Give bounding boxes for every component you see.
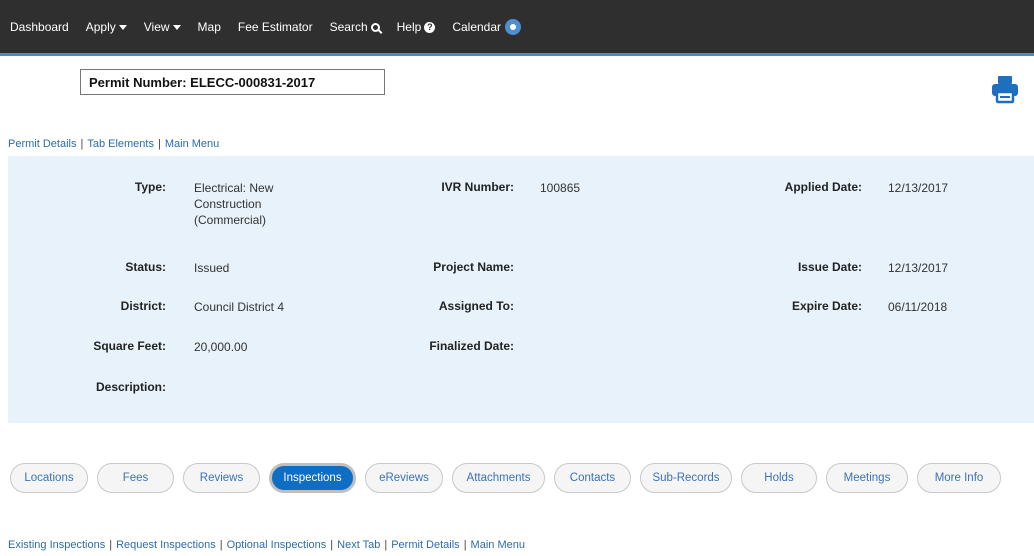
link-separator: | — [384, 539, 388, 551]
tab-fees[interactable]: Fees — [97, 463, 174, 493]
nav-dashboard-label: Dashboard — [10, 20, 69, 34]
nav-help[interactable]: Help? — [397, 20, 436, 34]
nav-map-label: Map — [197, 20, 221, 34]
record-tabs: Locations Fees Reviews Inspections eRevi… — [10, 463, 1010, 493]
tab-sub-records[interactable]: Sub-Records — [640, 463, 732, 493]
applied-date-label: Applied Date: — [784, 180, 862, 194]
project-name-label: Project Name: — [433, 260, 514, 274]
nav-search-label: Search — [329, 20, 368, 34]
tab-more-info[interactable]: More Info — [917, 463, 1001, 493]
top-navbar: Dashboard Apply View Map Fee Estimator S… — [0, 0, 1034, 56]
link-optional-inspections[interactable]: Optional Inspections — [227, 539, 327, 551]
district-label: District: — [120, 299, 166, 313]
nav-menu: Dashboard Apply View Map Fee Estimator S… — [10, 19, 538, 35]
nav-help-label: Help — [396, 20, 422, 34]
description-label: Description: — [95, 380, 166, 394]
nav-dashboard[interactable]: Dashboard — [10, 20, 69, 34]
link-next-tab[interactable]: Next Tab — [337, 539, 380, 551]
link-separator: | — [157, 138, 161, 150]
link-existing-inspections[interactable]: Existing Inspections — [8, 539, 105, 551]
ivr-number-value: 100865 — [540, 181, 581, 195]
nav-calendar[interactable]: Calendar — [452, 19, 522, 35]
caret-down-icon — [172, 24, 181, 30]
caret-down-icon — [118, 24, 127, 30]
tab-attachments[interactable]: Attachments — [452, 463, 545, 493]
status-label: Status: — [125, 260, 166, 274]
nav-apply-label: Apply — [85, 20, 116, 34]
link-main-menu-bottom[interactable]: Main Menu — [471, 539, 525, 551]
square-feet-label: Square Feet: — [93, 339, 166, 353]
calendar-badge-icon — [505, 19, 522, 35]
permit-number-label: Permit Number: — [89, 75, 187, 90]
ivr-number-label: IVR Number: — [441, 180, 514, 194]
expire-date-label: Expire Date: — [791, 299, 862, 313]
applied-date-value: 12/13/2017 — [888, 181, 949, 195]
type-label: Type: — [134, 180, 166, 194]
link-separator: | — [463, 539, 467, 551]
nav-apply[interactable]: Apply — [86, 20, 127, 34]
nav-fee-estimator[interactable]: Fee Estimator — [238, 20, 313, 34]
link-separator: | — [109, 539, 113, 551]
permit-links: Permit Details | Tab Elements | Main Menu — [8, 138, 219, 150]
square-feet-value: 20,000.00 — [194, 340, 248, 354]
link-separator: | — [80, 138, 84, 150]
tab-ereviews[interactable]: eReviews — [365, 463, 443, 493]
issue-date-value: 12/13/2017 — [888, 261, 949, 275]
nav-fee-estimator-label: Fee Estimator — [237, 20, 313, 34]
link-request-inspections[interactable]: Request Inspections — [116, 539, 216, 551]
tab-inspections[interactable]: Inspections — [269, 463, 356, 493]
link-tab-elements[interactable]: Tab Elements — [87, 138, 154, 150]
link-permit-details-bottom[interactable]: Permit Details — [391, 539, 459, 551]
print-icon[interactable] — [990, 74, 1020, 104]
status-value: Issued — [194, 261, 230, 275]
link-separator: | — [330, 539, 334, 551]
permit-details-panel: Type: Electrical: New Construction (Comm… — [8, 156, 1034, 423]
nav-view[interactable]: View — [144, 20, 181, 34]
link-separator: | — [219, 539, 223, 551]
search-icon — [370, 22, 380, 32]
permit-number-value: ELECC-000831-2017 — [190, 75, 316, 90]
tab-reviews[interactable]: Reviews — [183, 463, 260, 493]
tab-meetings[interactable]: Meetings — [826, 463, 908, 493]
issue-date-label: Issue Date: — [797, 260, 862, 274]
permit-number-box: Permit Number: ELECC-000831-2017 — [80, 69, 385, 95]
tab-locations[interactable]: Locations — [10, 463, 88, 493]
district-value: Council District 4 — [194, 300, 285, 314]
nav-search[interactable]: Search — [330, 20, 380, 34]
nav-map[interactable]: Map — [198, 20, 221, 34]
help-icon: ? — [424, 21, 436, 33]
finalized-date-label: Finalized Date: — [429, 339, 514, 353]
nav-view-label: View — [143, 20, 170, 34]
tab-contacts[interactable]: Contacts — [554, 463, 631, 493]
assigned-to-label: Assigned To: — [438, 299, 514, 313]
tab-holds[interactable]: Holds — [741, 463, 817, 493]
type-value: Electrical: New Construction (Commercial… — [194, 181, 274, 227]
link-main-menu[interactable]: Main Menu — [165, 138, 219, 150]
expire-date-value: 06/11/2018 — [888, 300, 948, 314]
nav-calendar-label: Calendar — [452, 20, 502, 34]
link-permit-details[interactable]: Permit Details — [8, 138, 76, 150]
inspection-links: Existing Inspections | Request Inspections… — [8, 539, 525, 551]
